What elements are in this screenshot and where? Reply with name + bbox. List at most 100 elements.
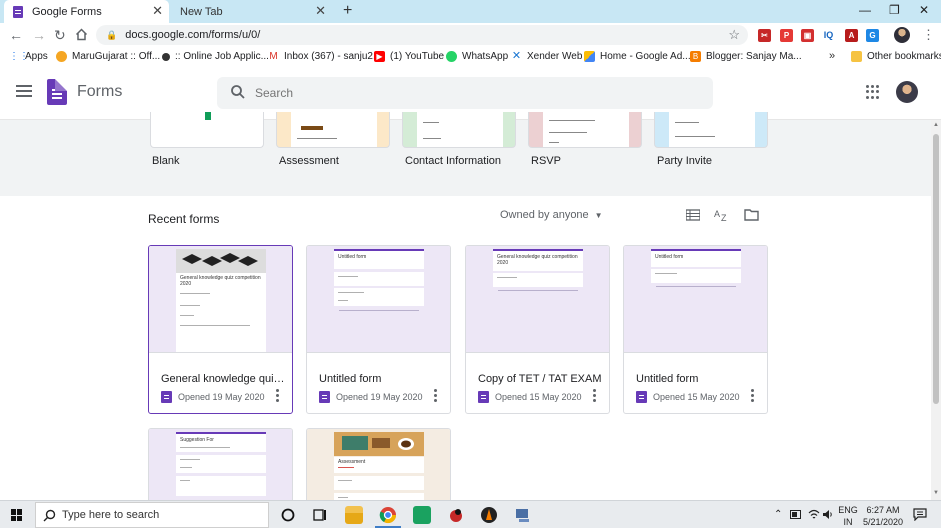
google-apps-icon[interactable] <box>866 85 880 99</box>
file-explorer-icon[interactable] <box>345 506 363 524</box>
clock-time: 6:27 AM <box>866 505 900 515</box>
screencast-extension-icon[interactable]: ▣ <box>801 29 814 42</box>
notifications-icon[interactable] <box>913 508 927 521</box>
main-menu-icon[interactable] <box>16 85 32 97</box>
scroll-up-arrow-icon[interactable]: ▲ <box>933 122 939 128</box>
template-rsvp[interactable] <box>528 112 642 148</box>
new-tab-plus-icon[interactable]: + <box>343 2 352 20</box>
recent-form-card[interactable]: Untitled form Untitled form Opened 19 Ma… <box>306 245 451 414</box>
task-view-icon[interactable] <box>311 506 329 524</box>
form-thumbnail: Suggestion For <box>149 429 292 507</box>
bookmark-google-ads[interactable]: Home - Google Ad... <box>584 51 691 62</box>
minimize-icon[interactable]: — <box>859 3 871 17</box>
volume-icon[interactable] <box>822 509 834 520</box>
browser-menu-icon[interactable]: ⋮ <box>922 27 935 43</box>
scroll-thumb[interactable] <box>933 134 939 404</box>
translate-extension-icon[interactable]: G <box>866 29 879 42</box>
thumb-line <box>656 286 736 287</box>
cortana-icon[interactable] <box>279 506 297 524</box>
app-title[interactable]: Forms <box>77 83 122 101</box>
template-line <box>675 122 699 123</box>
sort-az-icon[interactable]: AZ <box>714 208 730 222</box>
input-language[interactable]: ENG IN <box>838 504 858 528</box>
bookmark-label: WhatsApp <box>462 51 509 62</box>
template-blank[interactable] <box>150 112 264 148</box>
more-options-icon[interactable] <box>751 389 755 403</box>
bookmark-marugujarat[interactable]: MaruGujarat :: Off... <box>56 51 160 62</box>
language-code: ENG <box>838 505 858 515</box>
bookmark-online-job[interactable]: :: Online Job Applic... <box>162 51 269 62</box>
forms-favicon-icon <box>13 5 23 18</box>
tab-google-forms[interactable]: Google Forms ✕ <box>4 0 169 23</box>
app-launcher-icon[interactable] <box>480 506 498 524</box>
chrome-icon[interactable] <box>379 506 397 524</box>
search-input[interactable] <box>255 83 695 103</box>
more-options-icon[interactable] <box>434 389 438 403</box>
thumb-line <box>180 459 200 460</box>
extension-icon[interactable]: ✂ <box>758 29 771 42</box>
template-label: Contact Information <box>405 155 501 167</box>
template-assessment[interactable] <box>276 112 390 148</box>
bookmark-gmail[interactable]: M Inbox (367) - sanju2... <box>268 51 381 62</box>
bookmark-star-icon[interactable]: ☆ <box>728 27 740 43</box>
network-app-icon[interactable] <box>514 506 532 524</box>
back-arrow-icon[interactable]: ← <box>9 27 23 43</box>
svg-text:Z: Z <box>721 213 727 222</box>
pocket-extension-icon[interactable]: P <box>780 29 793 42</box>
pdf-extension-icon[interactable]: A <box>845 29 858 42</box>
account-avatar[interactable] <box>896 81 918 103</box>
recent-form-card[interactable]: General knowledge quiz competition 2020 … <box>148 245 293 414</box>
taskbar-search-box[interactable]: Type here to search <box>35 502 269 528</box>
iq-extension-icon[interactable]: IQ <box>822 29 835 42</box>
bookmark-label: Blogger: Sanjay Ma... <box>706 51 802 62</box>
other-bookmarks[interactable]: Other bookmarks <box>851 51 941 62</box>
wifi-icon[interactable] <box>808 509 820 520</box>
more-bookmarks-chevron-icon[interactable]: » <box>829 50 835 62</box>
form-preview-question <box>176 455 266 473</box>
game-icon[interactable] <box>447 506 465 524</box>
search-bar[interactable] <box>217 77 713 109</box>
profile-avatar[interactable] <box>894 27 910 43</box>
restore-icon[interactable]: ❐ <box>889 3 900 17</box>
bookmark-apps[interactable]: ⋮⋮ Apps <box>9 51 48 62</box>
opened-date: Opened 15 May 2020 <box>653 392 740 402</box>
lock-icon: 🔒 <box>106 29 118 40</box>
window-close-icon[interactable]: ✕ <box>919 3 929 17</box>
template-party-invite[interactable] <box>654 112 768 148</box>
bookmark-blogger[interactable]: B Blogger: Sanjay Ma... <box>690 51 802 62</box>
page-scrollbar[interactable]: ▲ ▼ <box>931 120 941 500</box>
more-options-icon[interactable] <box>276 389 280 403</box>
recent-form-card[interactable]: General knowledge quiz competition 2020 … <box>465 245 610 414</box>
clock[interactable]: 6:27 AM 5/21/2020 <box>862 504 904 528</box>
tab-new-tab[interactable]: New Tab ✕ <box>172 0 332 23</box>
bookmark-label: Inbox (367) - sanju2... <box>284 51 382 62</box>
thumb-line <box>338 276 358 277</box>
form-title: Untitled form <box>319 373 382 385</box>
form-preview-question <box>334 476 424 490</box>
reload-icon[interactable]: ↻ <box>54 27 66 44</box>
scroll-down-arrow-icon[interactable]: ▼ <box>933 490 939 496</box>
template-contact-information[interactable] <box>402 112 516 148</box>
search-icon[interactable] <box>230 84 246 100</box>
battery-icon[interactable] <box>790 510 802 519</box>
home-icon[interactable] <box>75 28 88 41</box>
tab-close-icon[interactable]: ✕ <box>152 4 163 18</box>
recent-form-card[interactable]: Untitled form Untitled form Opened 15 Ma… <box>623 245 768 414</box>
tray-chevron-icon[interactable]: ⌃ <box>774 509 782 520</box>
bookmark-whatsapp[interactable]: WhatsApp <box>446 51 508 62</box>
owner-filter-dropdown[interactable]: Owned by anyone ▼ <box>500 209 603 221</box>
gmail-icon: M <box>269 51 278 62</box>
more-options-icon[interactable] <box>593 389 597 403</box>
forms-logo-icon[interactable] <box>47 79 67 105</box>
address-bar[interactable]: 🔒 docs.google.com/forms/u/0/ ☆ <box>96 25 748 45</box>
recent-form-card[interactable]: Assessment <box>306 428 451 508</box>
forward-arrow-icon[interactable]: → <box>32 27 46 43</box>
whatsapp-taskbar-icon[interactable] <box>413 506 431 524</box>
windows-start-icon[interactable] <box>11 509 23 521</box>
folder-picker-icon[interactable] <box>744 209 759 221</box>
recent-form-card[interactable]: Suggestion For <box>148 428 293 508</box>
list-view-icon[interactable] <box>686 209 700 221</box>
bookmark-xender[interactable]: ✕ Xender Web <box>511 51 583 63</box>
tab-close-icon[interactable]: ✕ <box>315 4 326 18</box>
bookmark-youtube[interactable]: ▶ (1) YouTube <box>374 51 444 62</box>
